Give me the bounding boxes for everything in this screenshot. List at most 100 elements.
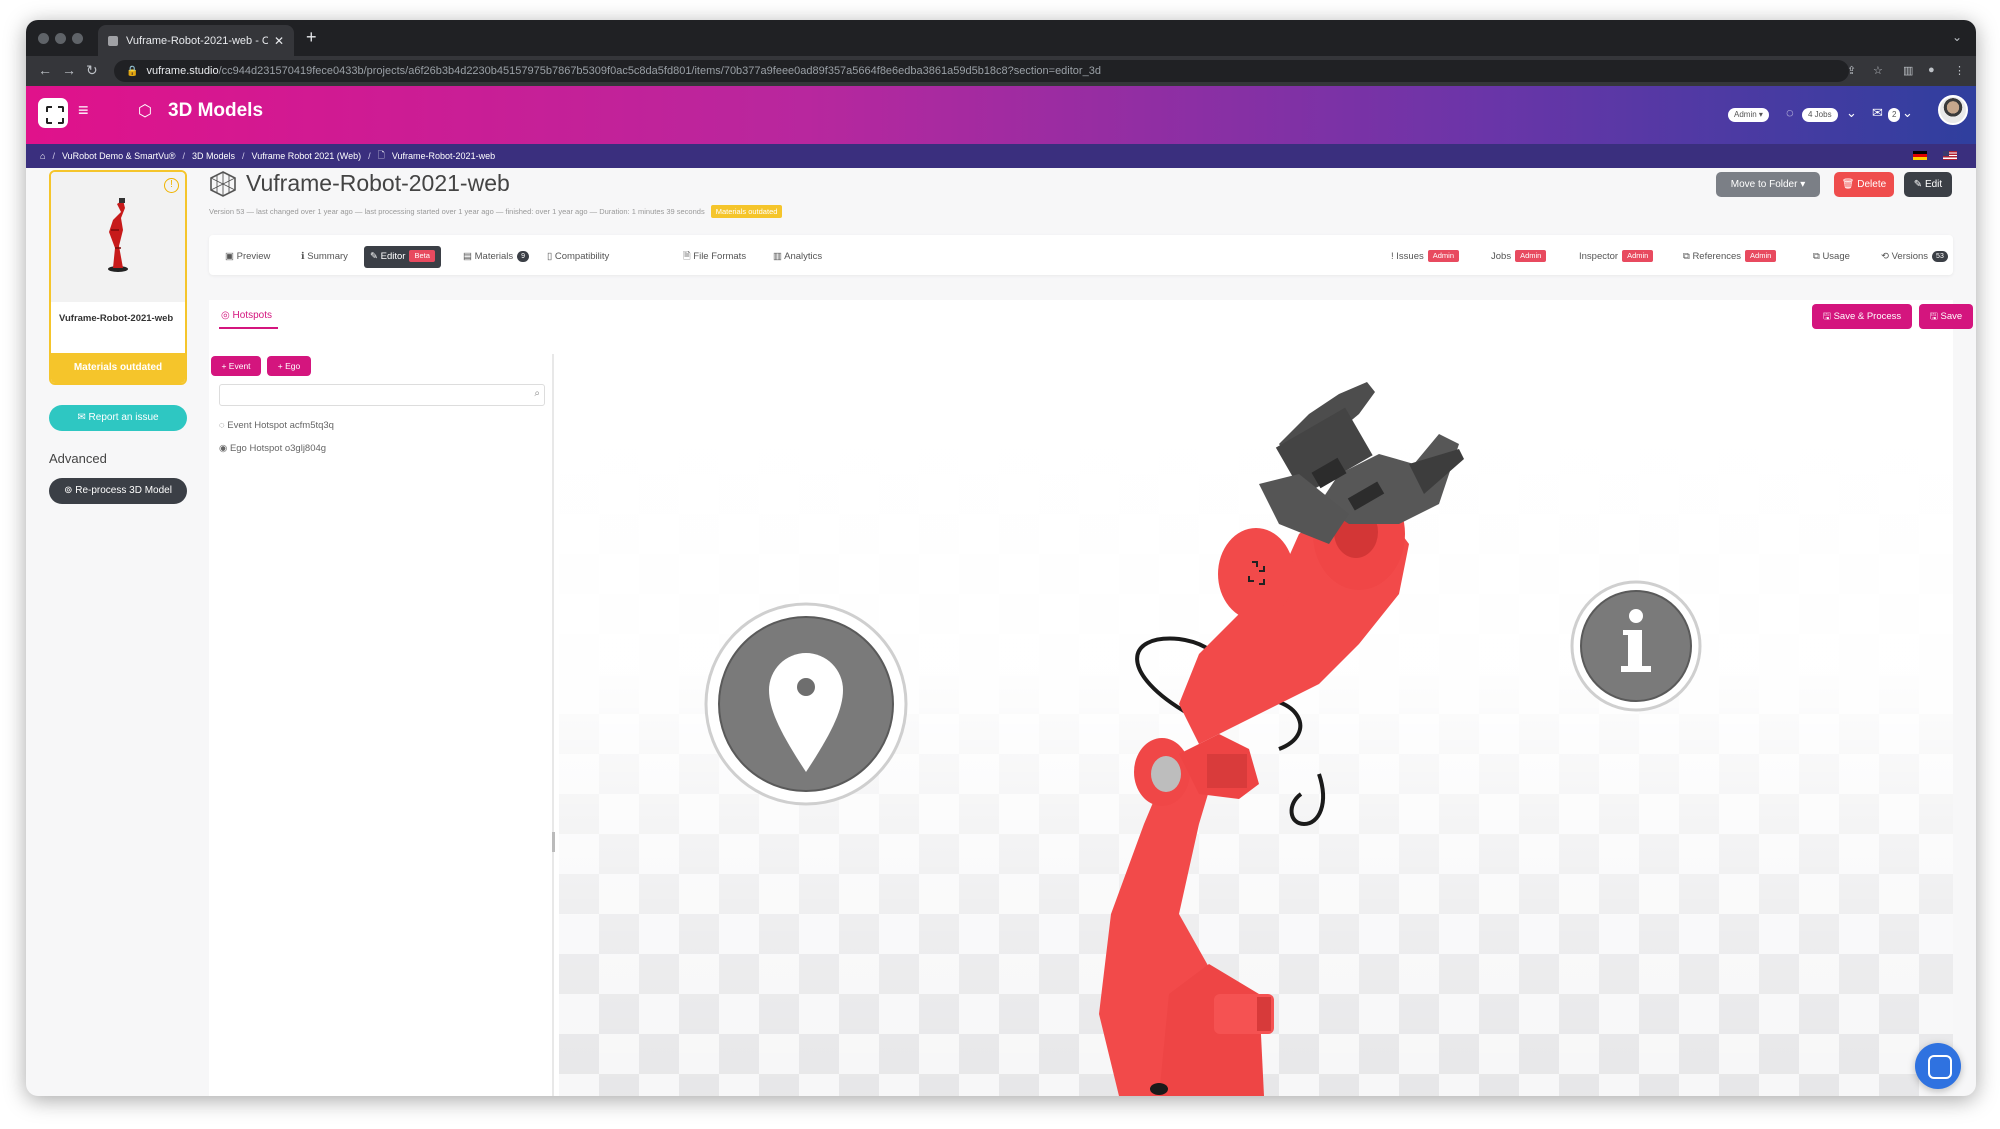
hotspot-icon: ◎: [221, 310, 230, 321]
tab-jobs[interactable]: Jobs Admin: [1485, 246, 1552, 268]
side-panel-icon[interactable]: ▥: [1903, 64, 1913, 77]
version-meta-text: Version 53 — last changed over 1 year ag…: [209, 207, 705, 216]
usage-icon: ⧉: [1813, 251, 1820, 262]
chat-support-button[interactable]: [1915, 1043, 1961, 1089]
jobs-spinner-icon: ◌: [1786, 105, 1794, 120]
app-header: ≡ ⬡ 3D Models Admin ▾ ◌ 4 Jobs ⌄ ✉ 2 ⌄: [26, 86, 1976, 144]
german-flag-icon[interactable]: [1913, 151, 1927, 160]
event-hotspot-marker[interactable]: [704, 602, 908, 806]
forward-arrow-icon[interactable]: →: [62, 62, 76, 78]
browser-tab[interactable]: Vuframe-Robot-2021-web - Cl ✕: [98, 25, 294, 56]
user-avatar[interactable]: [1938, 95, 1968, 125]
hotspot-list-item[interactable]: ◌ Event Hotspot acfm5tq3q: [219, 420, 334, 431]
move-to-folder-button[interactable]: Move to Folder ▾: [1716, 172, 1820, 197]
tab-file-formats[interactable]: 🗎 File Formats: [677, 246, 752, 268]
hamburger-menu-icon[interactable]: ≡: [78, 100, 89, 121]
reprocess-model-button[interactable]: ⊚ Re-process 3D Model: [49, 478, 187, 504]
tab-versions[interactable]: ⟲ Versions 53: [1875, 246, 1954, 268]
jobs-chevron-icon[interactable]: ⌄: [1846, 105, 1857, 121]
copy-icon: ⧉: [1683, 251, 1690, 262]
tab-usage[interactable]: ⧉ Usage: [1807, 246, 1856, 268]
window-close-dot[interactable]: [38, 33, 49, 44]
browser-toolbar: ← → ↻ 🔒 vuframe.studio/cc944d231570419fe…: [26, 56, 1976, 86]
home-icon[interactable]: ⌂: [40, 151, 45, 161]
lock-icon: 🔒: [126, 65, 139, 77]
tab-analytics[interactable]: ▥ Analytics: [767, 246, 828, 268]
us-flag-icon[interactable]: [1943, 151, 1957, 160]
address-bar[interactable]: 🔒 vuframe.studio/cc944d231570419fece0433…: [114, 60, 1849, 82]
hotspot-search-input[interactable]: ⌕: [219, 384, 545, 406]
hotspot-list-item[interactable]: ◉ Ego Hotspot o3glj804g: [219, 443, 326, 454]
delete-button[interactable]: 🗑 Delete: [1834, 172, 1894, 197]
button-label: Save & Process: [1833, 311, 1902, 322]
breadcrumb-separator: /: [182, 151, 185, 161]
admin-dropdown[interactable]: Admin ▾: [1728, 108, 1769, 122]
browser-menu-icon[interactable]: ⋮: [1954, 64, 1965, 77]
admin-badge: Admin: [1622, 250, 1654, 263]
tab-label: Preview: [236, 251, 271, 262]
tab-inspector[interactable]: Inspector Admin: [1573, 246, 1659, 268]
vuframe-logo[interactable]: [38, 98, 68, 128]
tab-search-chevron-icon[interactable]: ⌄: [1952, 30, 1962, 44]
save-button[interactable]: 🖫 Save: [1919, 304, 1973, 329]
tab-label: Analytics: [784, 251, 823, 262]
profile-icon[interactable]: ●: [1928, 64, 1935, 76]
browser-window: Vuframe-Robot-2021-web - Cl ✕ + ⌄ ← → ↻ …: [26, 20, 1976, 1096]
breadcrumb-item-project[interactable]: VuRobot Demo & SmartVu®: [62, 151, 176, 161]
share-icon[interactable]: ⇪: [1847, 64, 1856, 77]
bookmark-star-icon[interactable]: ☆: [1873, 64, 1883, 77]
tab-label: Issues: [1396, 251, 1424, 262]
save-disk-icon: 🖫: [1929, 311, 1938, 322]
3d-viewport[interactable]: [559, 354, 1953, 1096]
tab-editor[interactable]: ✎ Editor Beta: [364, 246, 441, 268]
reload-icon[interactable]: ↻: [86, 62, 98, 79]
edit-button[interactable]: ✎ Edit: [1904, 172, 1952, 197]
breadcrumb-item-3d-models[interactable]: 3D Models: [192, 151, 235, 161]
search-icon: ⌕: [534, 388, 540, 399]
mail-chevron-icon[interactable]: ⌄: [1902, 105, 1913, 121]
tab-preview[interactable]: ▣ Preview: [219, 246, 276, 268]
add-event-hotspot-button[interactable]: + Event: [211, 356, 261, 376]
materials-icon: ▤: [463, 251, 472, 262]
tab-hotspots[interactable]: ◎ Hotspots: [219, 310, 278, 329]
check-circle-icon: ◌: [219, 420, 225, 431]
window-zoom-dot[interactable]: [72, 33, 83, 44]
materials-outdated-status: Materials outdated: [51, 353, 185, 383]
tab-references[interactable]: ⧉ References Admin: [1677, 246, 1782, 268]
mail-count-badge[interactable]: 2: [1888, 108, 1901, 122]
materials-count-badge: 9: [517, 250, 530, 262]
breadcrumb: ⌂ / VuRobot Demo & SmartVu® / 3D Models …: [26, 144, 1976, 168]
tab-label: Inspector: [1579, 251, 1619, 262]
jobs-badge[interactable]: 4 Jobs: [1802, 108, 1838, 122]
tab-compatibility[interactable]: ▯ Compatibility: [541, 246, 615, 268]
window-minimize-dot[interactable]: [55, 33, 66, 44]
breadcrumb-separator: /: [368, 151, 371, 161]
robot-arm-model[interactable]: [1099, 382, 1464, 1096]
save-disk-icon: 🖫: [1822, 311, 1831, 322]
thumbnail-model-name: Vuframe-Robot-2021-web: [59, 313, 174, 324]
resize-handle[interactable]: [552, 832, 555, 852]
breadcrumb-item-folder[interactable]: Vuframe Robot 2021 (Web): [252, 151, 362, 161]
new-tab-icon[interactable]: +: [306, 27, 317, 48]
file-icon: 🗎: [683, 251, 691, 262]
editor-panel: ◎ Hotspots 🖫 Save & Process 🖫 Save + Eve…: [209, 300, 1973, 1096]
breadcrumb-item-current: Vuframe-Robot-2021-web: [391, 151, 496, 161]
report-issue-button[interactable]: ✉ Report an issue: [49, 405, 187, 431]
save-and-process-button[interactable]: 🖫 Save & Process: [1812, 304, 1912, 329]
versions-count-badge: 53: [1932, 250, 1948, 262]
mail-icon[interactable]: ✉: [1872, 105, 1883, 121]
ego-hotspot-marker[interactable]: [1570, 580, 1702, 712]
model-thumbnail-card[interactable]: ! Vuframe-Robot-2021-web Materials outda…: [49, 170, 187, 385]
tab-issues[interactable]: ! Issues Admin: [1385, 246, 1465, 268]
tab-label: Summary: [307, 251, 348, 262]
admin-badge: Admin: [1515, 250, 1547, 263]
tab-favicon-icon: [108, 35, 118, 46]
tab-label: Jobs: [1491, 251, 1512, 262]
tab-close-icon[interactable]: ✕: [274, 34, 284, 48]
tab-materials[interactable]: ▤ Materials 9: [457, 246, 535, 268]
add-ego-hotspot-button[interactable]: + Ego: [267, 356, 311, 376]
back-arrow-icon[interactable]: ←: [38, 62, 52, 78]
tab-summary[interactable]: ℹ Summary: [295, 246, 354, 268]
exclamation-icon: !: [1391, 251, 1394, 262]
url-text: vuframe.studio/cc944d231570419fece0433b/…: [146, 65, 1101, 77]
